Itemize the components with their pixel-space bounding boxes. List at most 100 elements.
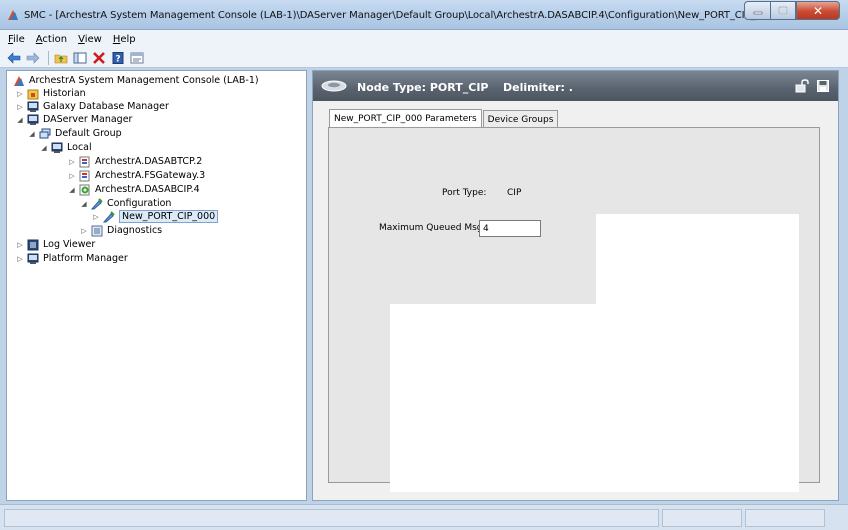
collapse-icon[interactable]: ◢ (68, 186, 76, 194)
back-button[interactable] (6, 50, 22, 66)
tree-item-label: Diagnostics (107, 225, 163, 236)
tree-item-label: ArchestrA.DASABTCP.2 (95, 156, 203, 167)
tree-item-configuration[interactable]: ◢ Configuration (80, 197, 171, 210)
expand-icon[interactable]: ▷ (80, 227, 88, 235)
tab-strip: New_PORT_CIP_000 Parameters Device Group… (329, 109, 559, 128)
tree-item-platform-manager[interactable]: ▷ Platform Manager (16, 252, 128, 265)
tree-item-new-port-cip[interactable]: ▷ New_PORT_CIP_000 (92, 210, 219, 223)
computer-icon (27, 253, 39, 264)
tree-item-local[interactable]: ◢ Local (40, 141, 92, 154)
close-icon: ✕ (812, 3, 824, 18)
status-bar (0, 504, 848, 530)
maximize-button[interactable] (770, 1, 796, 20)
menu-file[interactable]: File (8, 34, 25, 45)
tab-device-groups[interactable]: Device Groups (482, 110, 559, 128)
window-title: SMC - [ArchestrA System Management Conso… (24, 10, 778, 21)
expand-icon[interactable]: ▷ (16, 103, 24, 111)
port-icon (103, 210, 115, 222)
status-pane (4, 509, 659, 527)
node-icon (321, 80, 347, 92)
show-tree-icon (73, 52, 87, 63)
title-bar: SMC - [ArchestrA System Management Conso… (0, 0, 848, 30)
menu-view[interactable]: View (78, 34, 102, 45)
tree-item-label: ArchestrA.FSGateway.3 (95, 170, 206, 181)
expand-icon[interactable]: ▷ (92, 213, 100, 221)
maximize-icon (778, 6, 788, 15)
collapse-icon[interactable]: ◢ (40, 144, 48, 152)
collapse-icon[interactable]: ◢ (80, 200, 88, 208)
expand-icon[interactable]: ▷ (68, 172, 76, 180)
status-pane (745, 509, 825, 527)
tree-item-historian[interactable]: ▷ Historian (16, 87, 86, 100)
svg-text:?: ? (115, 54, 120, 64)
blank-area (390, 304, 596, 492)
show-hide-tree-button[interactable] (72, 50, 88, 66)
tree-item-dasabtcp[interactable]: ▷ ArchestrA.DASABTCP.2 (68, 155, 202, 168)
max-queued-msgs-label: Maximum Queued Msgs: (379, 223, 491, 233)
collapse-icon[interactable]: ◢ (16, 116, 24, 124)
tree-item-log-viewer[interactable]: ▷ Log Viewer (16, 238, 95, 251)
tab-parameters[interactable]: New_PORT_CIP_000 Parameters (329, 109, 482, 128)
daserver-icon (79, 170, 90, 181)
delete-icon (93, 51, 105, 64)
expand-icon[interactable]: ▷ (16, 90, 24, 98)
forward-button[interactable] (25, 50, 41, 66)
up-folder-icon (54, 54, 68, 63)
help-icon: ? (112, 51, 124, 64)
tree-item-fsgateway[interactable]: ▷ ArchestrA.FSGateway.3 (68, 169, 205, 182)
tree-item-diagnostics[interactable]: ▷ Diagnostics (80, 224, 162, 237)
delete-button[interactable] (91, 50, 107, 66)
diagnostics-icon (91, 225, 103, 236)
tree-item-label: ArchestrA System Management Console (LAB… (29, 75, 259, 86)
daserver-icon (79, 156, 90, 167)
expand-icon[interactable]: ▷ (16, 255, 24, 263)
menu-bar: File Action View Help (0, 30, 848, 48)
forward-arrow-icon (26, 51, 40, 64)
tree-item-label: Local (67, 142, 92, 153)
computer-icon (27, 114, 39, 125)
tree-item-daserver-manager[interactable]: ◢ DAServer Manager (16, 113, 132, 126)
delimiter-label: Delimiter: . (503, 81, 573, 94)
toolbar: ? (0, 48, 848, 68)
tree-item-label: DAServer Manager (43, 114, 133, 125)
historian-icon (27, 89, 39, 99)
tree-item-label: Galaxy Database Manager (43, 101, 169, 112)
max-queued-msgs-input[interactable] (479, 220, 541, 237)
console-tree: ArchestrA System Management Console (LAB… (6, 70, 307, 501)
smc-app-icon (8, 10, 18, 20)
blank-area (596, 214, 799, 492)
tree-item-label: Default Group (55, 128, 122, 139)
computer-icon (51, 142, 63, 153)
save-icon[interactable] (817, 80, 829, 92)
menu-action[interactable]: Action (36, 34, 67, 45)
tree-item-galaxy-database-manager[interactable]: ▷ Galaxy Database Manager (16, 100, 169, 113)
port-type-label: Port Type: (442, 188, 487, 198)
expand-icon[interactable]: ▷ (16, 241, 24, 249)
collapse-icon[interactable]: ◢ (28, 130, 36, 138)
tree-item-label: Log Viewer (43, 239, 96, 250)
status-pane (662, 509, 742, 527)
properties-icon (130, 52, 144, 63)
tree-item-smc-root[interactable]: ArchestrA System Management Console (LAB… (13, 74, 259, 87)
properties-button[interactable] (129, 50, 145, 66)
daserver-active-icon (79, 184, 90, 195)
expand-icon[interactable]: ▷ (68, 158, 76, 166)
smc-icon (14, 75, 24, 86)
window-controls: ✕ (744, 1, 840, 20)
tree-item-label: New_PORT_CIP_000 (119, 210, 219, 223)
up-level-button[interactable] (53, 50, 69, 66)
port-type-value: CIP (507, 188, 522, 198)
tree-item-label: Historian (43, 88, 86, 99)
tree-item-dasabcip[interactable]: ◢ ArchestrA.DASABCIP.4 (68, 183, 200, 196)
unlock-icon[interactable] (795, 79, 809, 93)
parameters-panel: Port Type: CIP Maximum Queued Msgs: (328, 127, 820, 492)
tree-item-label: Configuration (107, 198, 172, 209)
minimize-icon (753, 11, 762, 14)
help-button[interactable]: ? (110, 50, 126, 66)
close-button[interactable]: ✕ (796, 1, 840, 20)
tree-item-default-group[interactable]: ◢ Default Group (28, 127, 122, 140)
group-icon (39, 128, 51, 138)
menu-help[interactable]: Help (113, 34, 136, 45)
minimize-button[interactable] (744, 1, 770, 20)
tree-item-label: Platform Manager (43, 253, 128, 264)
